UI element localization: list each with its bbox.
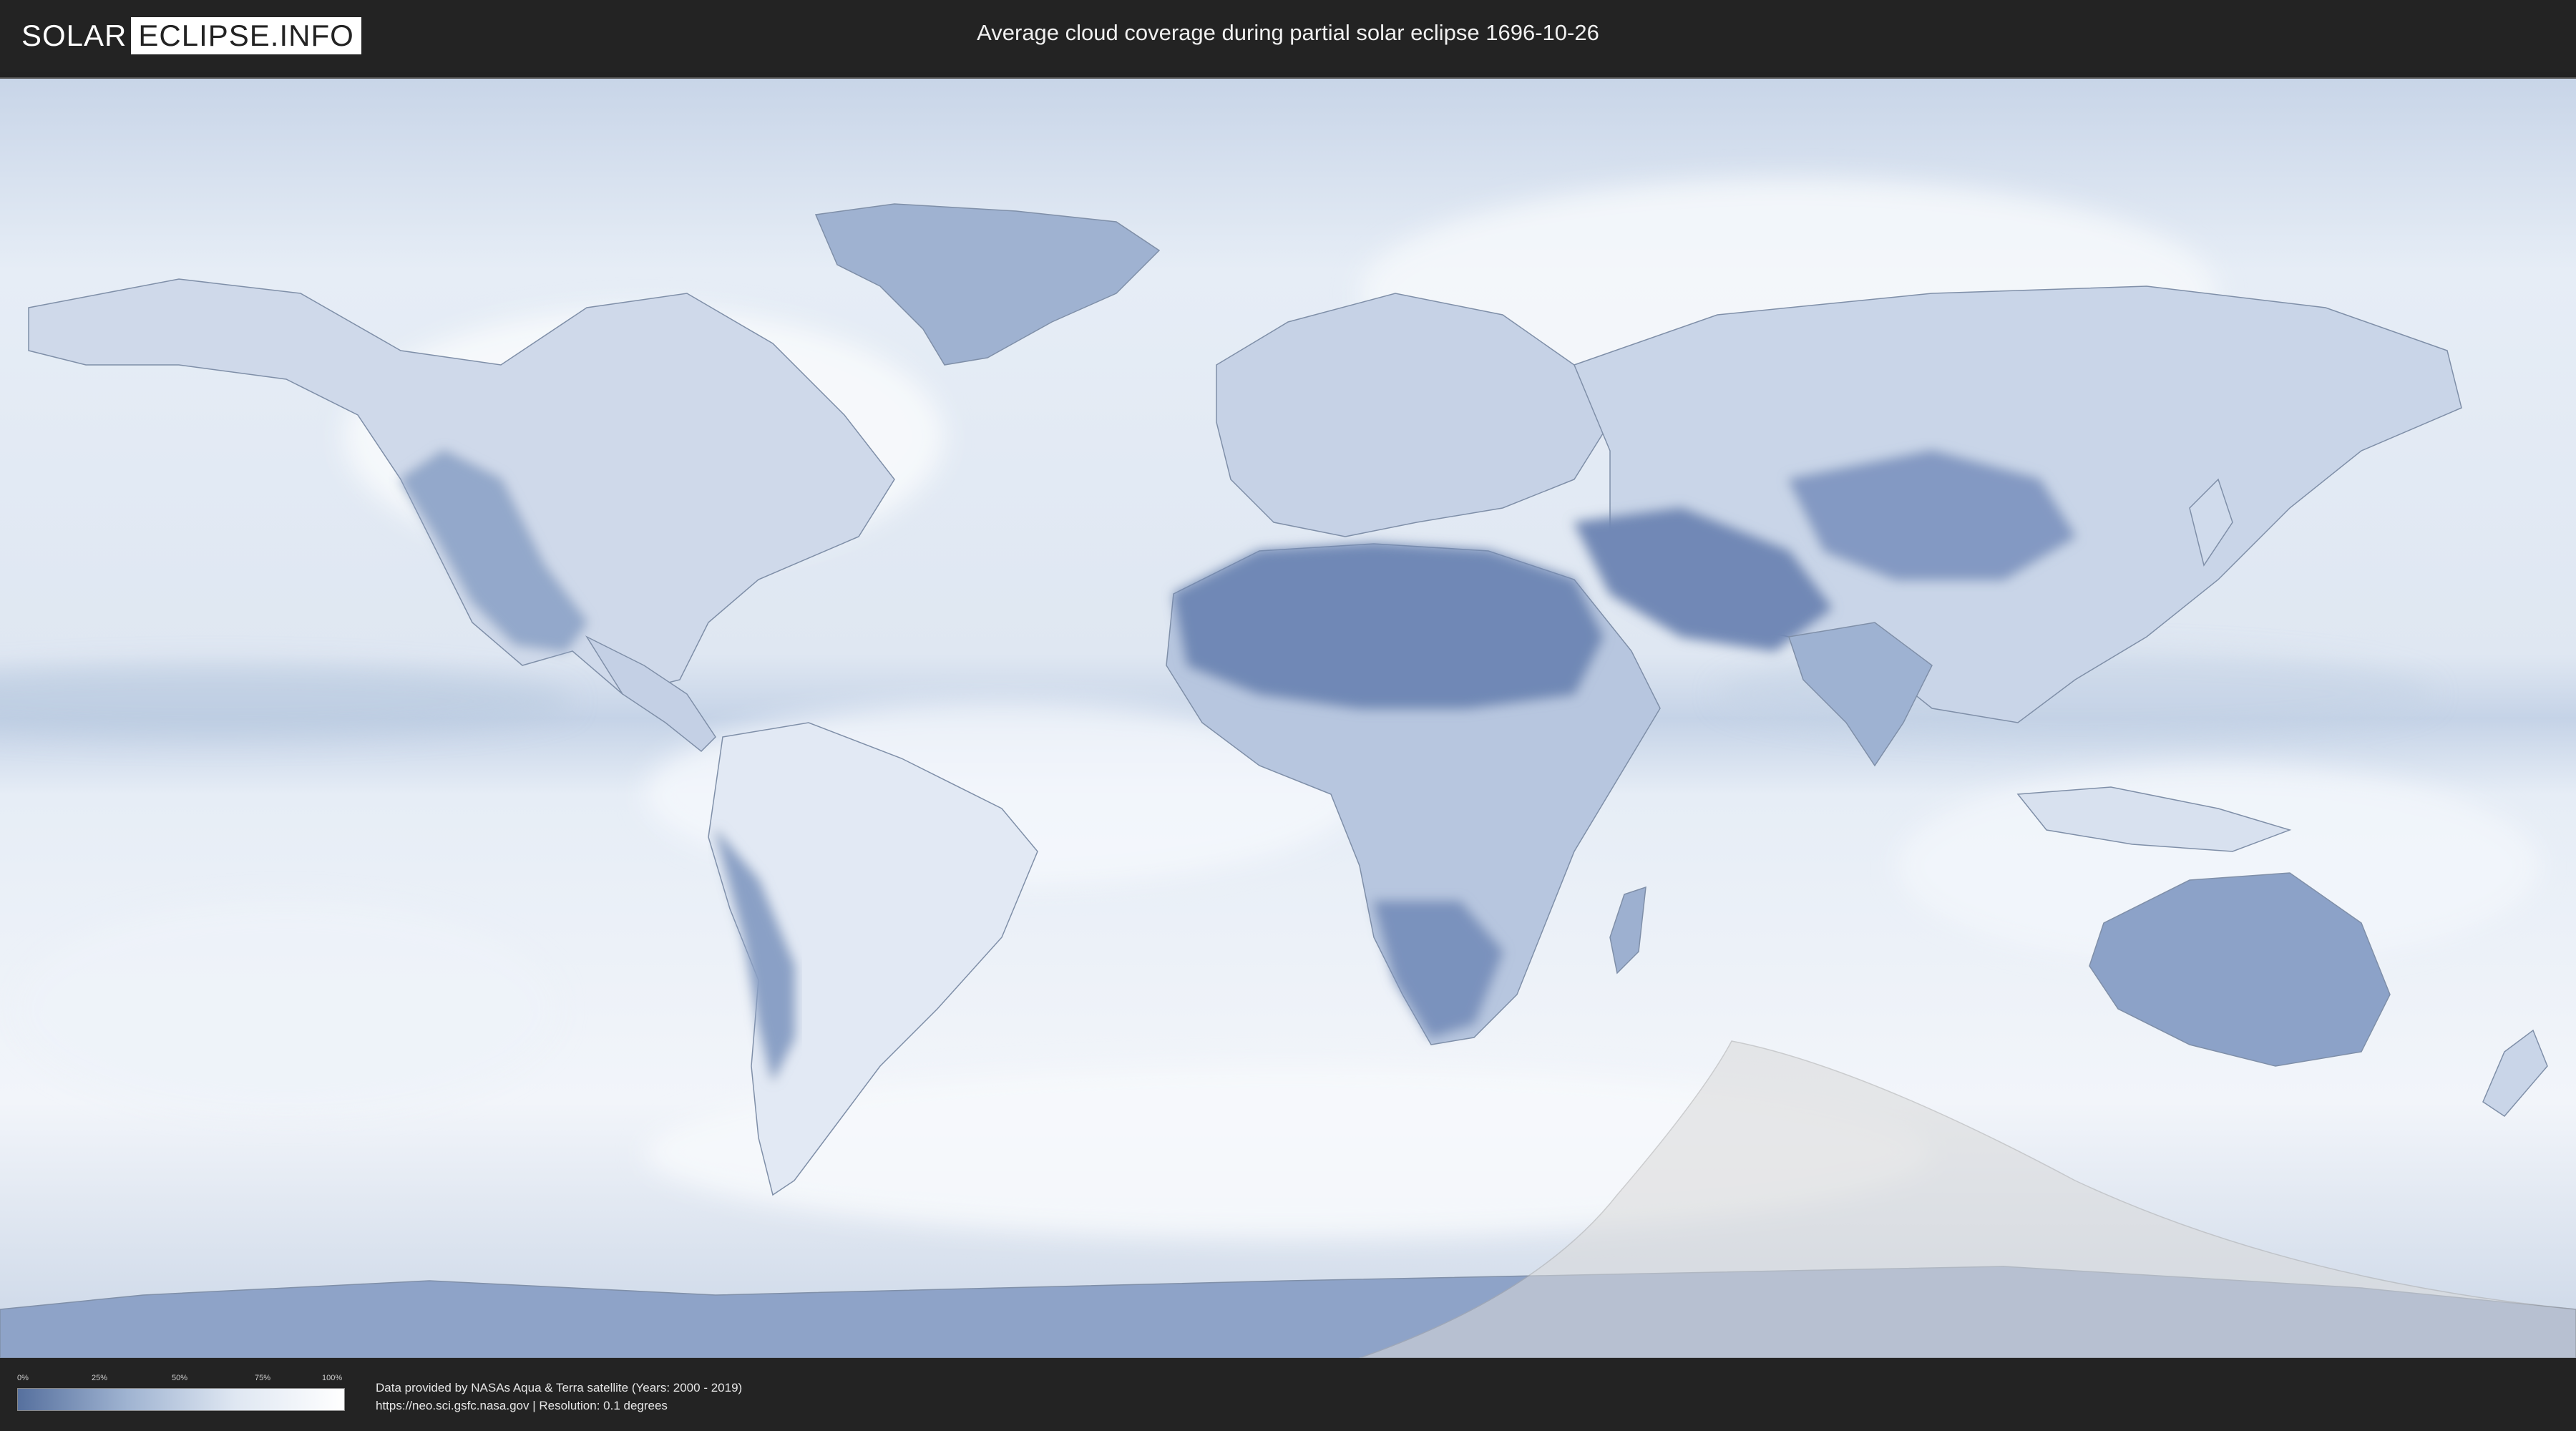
- cloud-coverage-map[interactable]: [0, 77, 2576, 1359]
- legend-tick-0: 0%: [17, 1374, 29, 1382]
- header-bar: SOLAR ECLIPSE.INFO Average cloud coverag…: [0, 0, 2576, 72]
- sahara-dry: [1173, 543, 1604, 709]
- legend-tick-100: 100%: [322, 1374, 343, 1382]
- legend-ticks: 0% 25% 50% 75% 100%: [17, 1374, 343, 1385]
- legend-gradient-bar: [17, 1388, 345, 1411]
- attribution-line-2[interactable]: https://neo.sci.gsfc.nasa.gov | Resoluti…: [376, 1397, 742, 1415]
- legend-tick-50: 50%: [172, 1374, 188, 1382]
- world-map-svg: [0, 79, 2576, 1358]
- attribution-line-1: Data provided by NASAs Aqua & Terra sate…: [376, 1381, 743, 1395]
- legend-tick-75: 75%: [255, 1374, 271, 1382]
- cloud-coverage-legend: 0% 25% 50% 75% 100%: [17, 1374, 345, 1411]
- page-title: Average cloud coverage during partial so…: [977, 20, 1599, 45]
- data-attribution: Data provided by NASAs Aqua & Terra sate…: [376, 1379, 742, 1415]
- legend-tick-25: 25%: [92, 1374, 108, 1382]
